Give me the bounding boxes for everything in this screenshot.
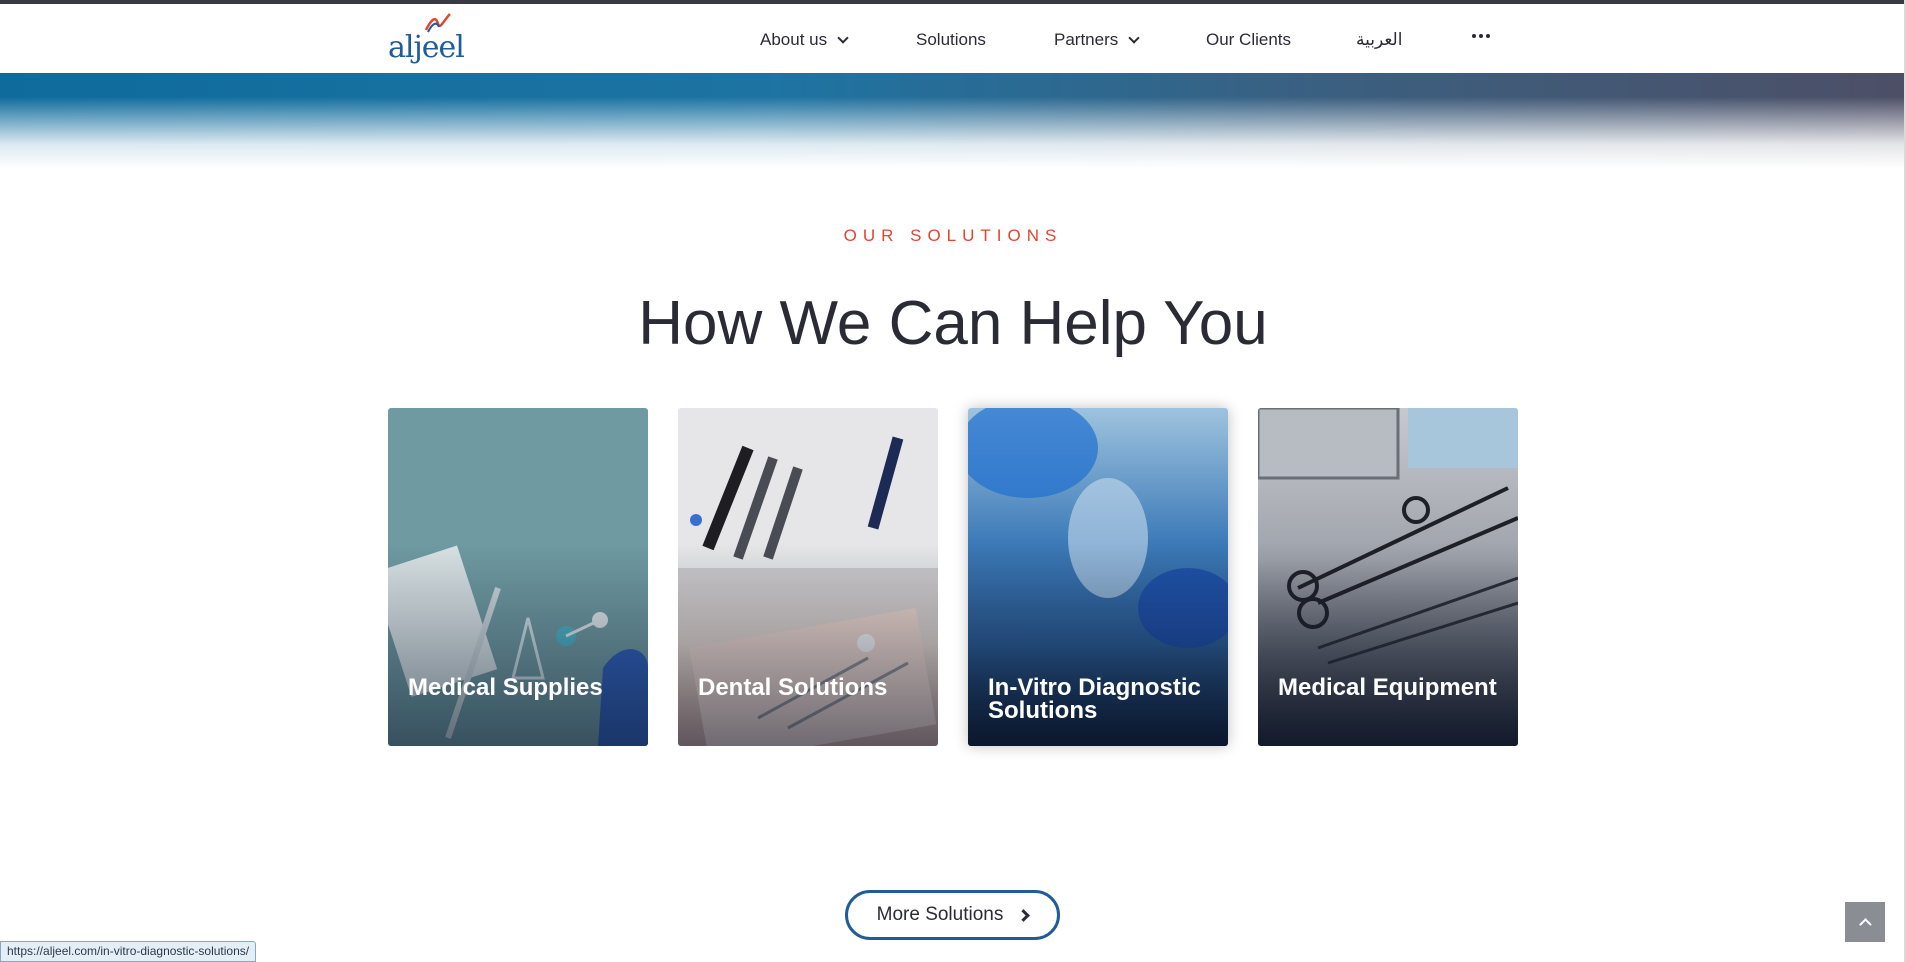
nav-solutions[interactable]: Solutions — [916, 30, 986, 50]
nav-our-clients[interactable]: Our Clients — [1206, 30, 1291, 50]
hero-banner-gradient — [0, 73, 1906, 168]
nav-partners-label: Partners — [1054, 30, 1119, 49]
logo-text: aljeel — [388, 30, 465, 65]
chevron-right-icon — [1017, 908, 1031, 922]
aljeel-logo[interactable]: aljeel — [388, 12, 465, 68]
chevron-up-icon — [1858, 918, 1872, 931]
nav-about-us[interactable]: About us — [760, 30, 849, 50]
chevron-down-icon — [837, 31, 849, 44]
card-title: Medical Equipment — [1278, 674, 1497, 701]
site-header: aljeel About us Solutions Partners Our C… — [0, 4, 1906, 73]
section-eyebrow: OUR SOLUTIONS — [843, 226, 1063, 245]
chevron-down-icon — [1128, 31, 1140, 44]
card-dental-solutions[interactable]: Dental Solutions — [678, 408, 938, 746]
more-horizontal-icon[interactable] — [1472, 34, 1490, 38]
nav-solutions-label: Solutions — [916, 30, 986, 49]
card-medical-equipment[interactable]: Medical Equipment — [1258, 408, 1518, 746]
card-title: Dental Solutions — [698, 674, 888, 701]
nav-our-clients-label: Our Clients — [1206, 30, 1292, 49]
section-title: How We Can Help You — [638, 289, 1268, 358]
nav-partners[interactable]: Partners — [1054, 30, 1140, 50]
nav-arabic[interactable]: العربية — [1356, 30, 1402, 50]
card-title: In-Vitro Diagnostic Solutions — [988, 674, 1201, 724]
browser-status-url: https://aljeel.com/in-vitro-diagnostic-s… — [0, 941, 257, 962]
more-solutions-button[interactable]: More Solutions — [845, 890, 1060, 940]
card-title: Medical Supplies — [408, 674, 603, 701]
more-solutions-label: More Solutions — [876, 904, 1004, 925]
card-medical-supplies[interactable]: Medical Supplies — [388, 408, 648, 746]
card-in-vitro-diagnostic-solutions[interactable]: In-Vitro Diagnostic Solutions — [968, 408, 1228, 746]
nav-about-us-label: About us — [760, 30, 828, 49]
nav-arabic-label: العربية — [1356, 30, 1403, 49]
scroll-to-top-button[interactable] — [1845, 902, 1885, 942]
